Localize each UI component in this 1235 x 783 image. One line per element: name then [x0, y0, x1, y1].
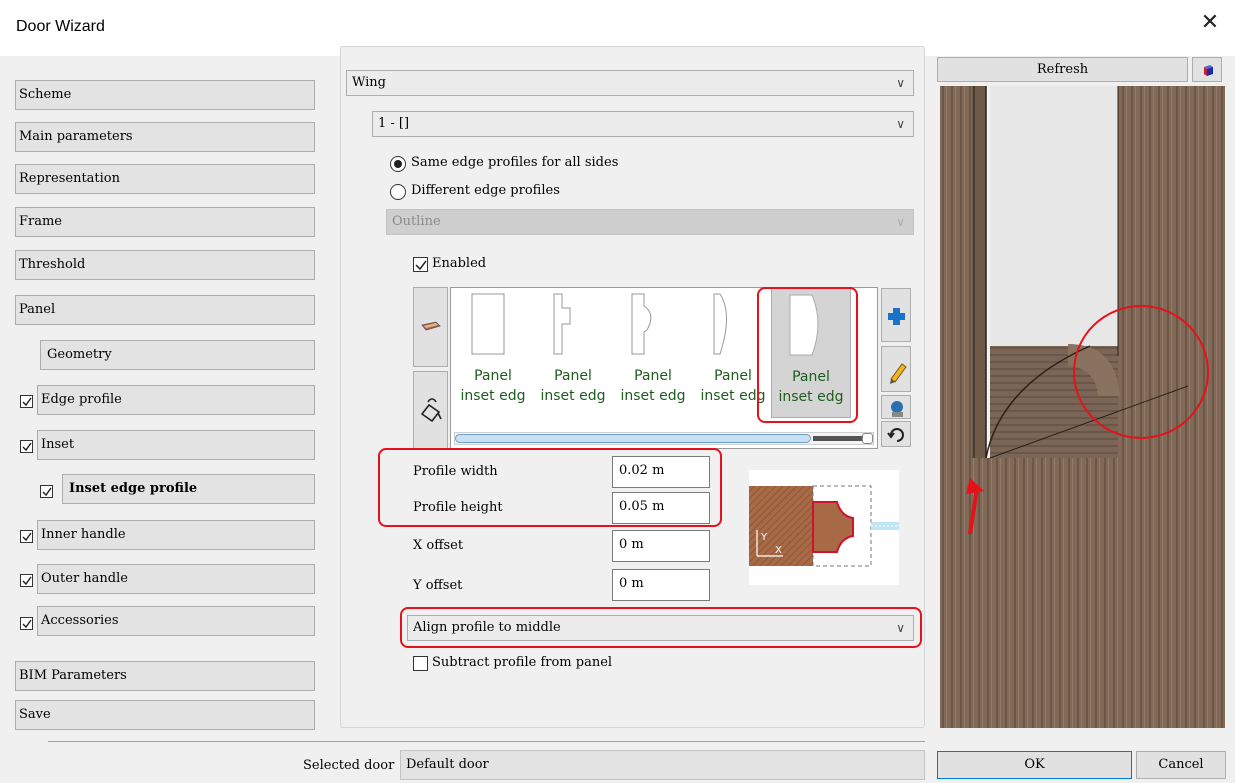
- profile-tile-label: Panel inset edg: [460, 368, 526, 404]
- view-mode-button[interactable]: [1192, 57, 1222, 82]
- nav-inset[interactable]: Inset: [37, 430, 315, 460]
- profile-shape-icon: [471, 293, 505, 355]
- profile-width-field[interactable]: 0.02 m: [612, 456, 710, 488]
- nav-main-parameters[interactable]: Main parameters: [15, 122, 315, 152]
- part-select[interactable]: Wing ∨: [346, 70, 914, 96]
- profile-tile-selected[interactable]: Panel inset edg: [771, 288, 851, 418]
- nav-representation[interactable]: Representation: [15, 164, 315, 194]
- add-profile-button[interactable]: [881, 288, 911, 342]
- nav-inner-handle[interactable]: Inner handle: [37, 520, 315, 550]
- chevron-down-icon: ∨: [896, 215, 905, 229]
- same-profiles-radio[interactable]: [390, 156, 406, 172]
- library-button[interactable]: [881, 395, 911, 419]
- profile-shape-icon: [713, 293, 727, 355]
- chevron-down-icon: ∨: [896, 621, 905, 635]
- nav-save[interactable]: Save: [15, 700, 315, 730]
- profile-shape-icon: [553, 293, 571, 355]
- nav-edge-profile[interactable]: Edge profile: [37, 385, 315, 415]
- nav-geometry[interactable]: Geometry: [40, 340, 315, 370]
- profile-tile-label: Panel inset edg: [778, 369, 844, 405]
- axis-y-label: Y: [760, 532, 768, 543]
- accessories-checkbox[interactable]: [20, 617, 33, 630]
- profile-height-field[interactable]: 0.05 m: [612, 492, 710, 524]
- chevron-down-icon: ∨: [896, 117, 905, 131]
- 3d-preview[interactable]: [940, 86, 1225, 728]
- outline-select-value: Outline: [392, 214, 441, 229]
- nav-threshold[interactable]: Threshold: [15, 250, 315, 280]
- profile-material-icon: [421, 321, 441, 331]
- gallery-scrollbar[interactable]: [454, 432, 874, 445]
- close-icon[interactable]: ✕: [1199, 12, 1221, 34]
- selected-door-field[interactable]: Default door: [400, 750, 925, 780]
- profile-tile[interactable]: Panel inset edg: [693, 288, 773, 418]
- refresh-button[interactable]: Refresh: [937, 57, 1188, 82]
- inner-handle-checkbox[interactable]: [20, 530, 33, 543]
- nav-accessories[interactable]: Accessories: [37, 606, 315, 636]
- profile-shape-icon: [631, 293, 652, 355]
- sub-select[interactable]: 1 - [] ∨: [372, 111, 914, 137]
- y-offset-field[interactable]: 0 m: [612, 569, 710, 601]
- enabled-checkbox[interactable]: [413, 257, 428, 272]
- part-select-value: Wing: [352, 75, 386, 90]
- profile-material-button[interactable]: [413, 287, 448, 367]
- nav-panel[interactable]: Panel: [15, 295, 315, 325]
- scrollbar-track: [813, 436, 865, 441]
- outer-handle-checkbox[interactable]: [20, 574, 33, 587]
- nav-inset-edge-profile[interactable]: Inset edge profile: [62, 474, 315, 504]
- different-profiles-label: Different edge profiles: [411, 183, 560, 198]
- profile-tile-label: Panel inset edg: [620, 368, 686, 404]
- nav-bim-parameters[interactable]: BIM Parameters: [15, 661, 315, 691]
- nav-scheme[interactable]: Scheme: [15, 80, 315, 110]
- scrollbar-end-handle[interactable]: [862, 433, 873, 444]
- inset-edge-profile-checkbox[interactable]: [40, 485, 53, 498]
- nav-outer-handle[interactable]: Outer handle: [37, 564, 315, 594]
- paint-bucket-icon: [420, 398, 442, 423]
- profile-tile[interactable]: Panel inset edg: [453, 288, 533, 418]
- profile-shape-icon: [789, 294, 819, 356]
- chevron-down-icon: ∨: [896, 76, 905, 90]
- profile-tile-label: Panel inset edg: [700, 368, 766, 404]
- x-offset-field[interactable]: 0 m: [612, 530, 710, 562]
- x-offset-label: X offset: [413, 538, 464, 553]
- edit-profile-button[interactable]: [881, 346, 911, 392]
- ok-button[interactable]: OK: [937, 751, 1132, 779]
- window-title: Door Wizard: [16, 18, 105, 35]
- door-preview-render: [940, 86, 1225, 728]
- selected-door-label: Selected door: [303, 758, 395, 773]
- globe-icon: [891, 401, 903, 417]
- sub-select-value: 1 - []: [378, 116, 410, 131]
- different-profiles-radio[interactable]: [390, 184, 406, 200]
- subtract-checkbox[interactable]: [413, 656, 428, 671]
- pencil-icon: [890, 363, 907, 384]
- plus-icon: [888, 308, 905, 325]
- profile-section-diagram: Y X: [749, 485, 899, 567]
- subtract-label: Subtract profile from panel: [432, 655, 613, 670]
- enabled-label: Enabled: [432, 256, 487, 271]
- profile-tile-label: Panel inset edg: [540, 368, 606, 404]
- axis-x-label: X: [775, 545, 782, 556]
- profile-width-label: Profile width: [413, 464, 498, 479]
- align-select-value: Align profile to middle: [413, 620, 561, 635]
- refresh-profiles-button[interactable]: [881, 421, 911, 447]
- nav-frame[interactable]: Frame: [15, 207, 315, 237]
- edge-profile-checkbox[interactable]: [20, 395, 33, 408]
- profile-gallery: Panel inset edg Panel inset edg Panel inset…: [450, 287, 878, 449]
- refresh-icon: [887, 428, 904, 442]
- profile-height-label: Profile height: [413, 500, 503, 515]
- profile-tile[interactable]: Panel inset edg: [533, 288, 613, 418]
- profile-diagram: Y X: [749, 470, 899, 585]
- scrollbar-thumb[interactable]: [455, 434, 811, 443]
- y-offset-label: Y offset: [413, 578, 463, 593]
- profile-tile[interactable]: Panel inset edg: [613, 288, 693, 418]
- outline-select[interactable]: Outline ∨: [386, 209, 914, 235]
- cancel-button[interactable]: Cancel: [1136, 751, 1226, 779]
- same-profiles-label: Same edge profiles for all sides: [411, 155, 619, 170]
- profile-fill-button[interactable]: [413, 371, 448, 449]
- align-select[interactable]: Align profile to middle ∨: [407, 615, 914, 641]
- cube-icon: [1204, 65, 1213, 76]
- inset-checkbox[interactable]: [20, 440, 33, 453]
- footer-divider: [48, 741, 925, 742]
